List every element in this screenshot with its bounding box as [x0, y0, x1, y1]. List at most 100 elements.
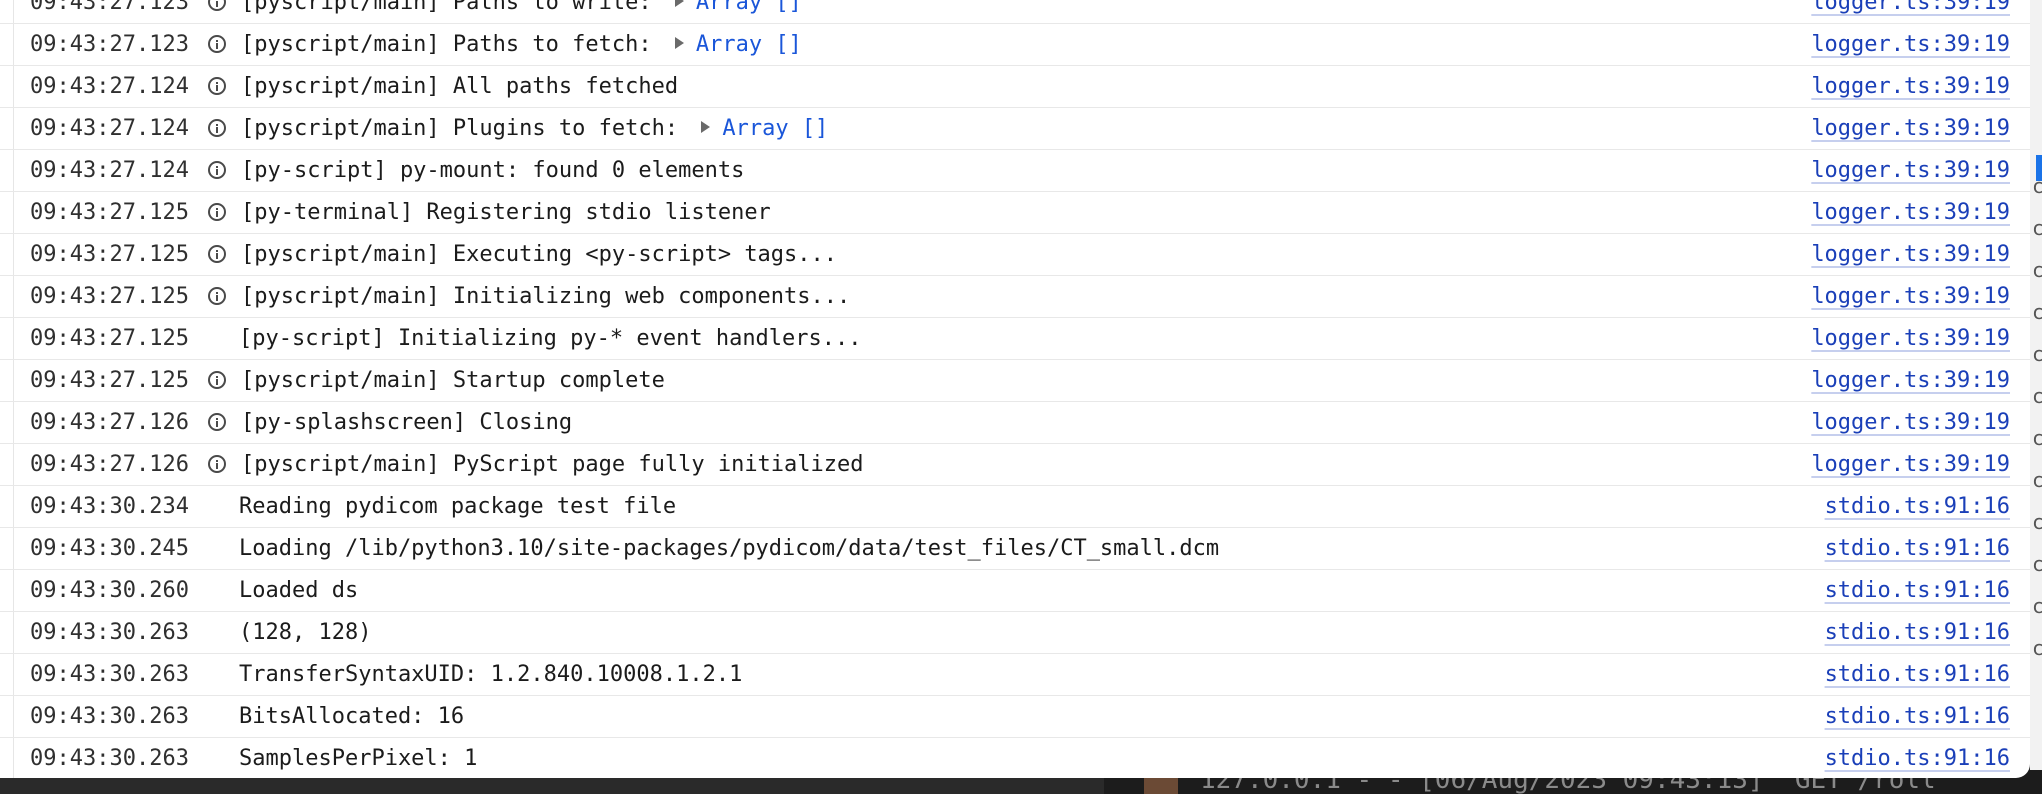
log-message-text: (128, 128)	[239, 620, 372, 645]
expand-triangle-icon[interactable]	[701, 121, 711, 133]
log-message: TransferSyntaxUID: 1.2.840.10008.1.2.1	[239, 654, 742, 696]
console-log-row[interactable]: 09:43:27.126 [py-splashscreen] Closing log…	[0, 402, 2030, 444]
info-icon	[208, 371, 226, 389]
log-timestamp: 09:43:30.263	[30, 620, 189, 645]
console-log-row[interactable]: 09:43:27.125 [py-terminal] Registering st…	[0, 192, 2030, 234]
log-message-text: Loading /lib/python3.10/site-packages/py…	[239, 536, 1220, 561]
log-message: [pyscript/main] Paths to write: Array []	[241, 0, 802, 24]
source-location-link[interactable]: logger.ts:39:19	[1811, 66, 2010, 108]
source-location-link[interactable]: stdio.ts:91:16	[1825, 612, 2010, 654]
source-location-link[interactable]: stdio.ts:91:16	[1825, 570, 2010, 612]
source-location-link[interactable]: stdio.ts:91:16	[1825, 528, 2010, 570]
background-edge-char: c	[2032, 342, 2042, 366]
source-location-link[interactable]: stdio.ts:91:16	[1825, 696, 2010, 738]
log-message-text: TransferSyntaxUID: 1.2.840.10008.1.2.1	[239, 662, 743, 687]
source-location-link[interactable]: stdio.ts:91:16	[1825, 738, 2010, 778]
source-location-link[interactable]: logger.ts:39:19	[1811, 402, 2010, 444]
expand-triangle-icon[interactable]	[674, 0, 684, 7]
log-message: [py-script] py-mount: found 0 elements	[241, 150, 744, 192]
log-message: [py-terminal] Registering stdio listener	[241, 192, 771, 234]
console-log-row[interactable]: 09:43:27.126 [pyscript/main] PyScript pag…	[0, 444, 2030, 486]
console-log-row[interactable]: 09:43:27.124 [py-script] py-mount: found …	[0, 150, 2030, 192]
log-timestamp: 09:43:27.126	[30, 410, 189, 435]
source-location-link[interactable]: logger.ts:39:19	[1811, 444, 2010, 486]
source-location-link[interactable]: logger.ts:39:19	[1811, 318, 2010, 360]
log-message-text: [pyscript/main] Plugins to fetch:	[241, 116, 692, 141]
console-log-row[interactable]: 09:43:30.260 Loaded ds stdio.ts:91:16	[0, 570, 2030, 612]
source-location-link[interactable]: logger.ts:39:19	[1811, 192, 2010, 234]
array-preview-link[interactable]: Array []	[696, 0, 802, 15]
console-log-row[interactable]: 09:43:27.125 [py-script] Initializing py-…	[0, 318, 2030, 360]
log-message: SamplesPerPixel: 1	[239, 738, 477, 778]
array-preview-link[interactable]: Array []	[722, 116, 828, 141]
log-timestamp: 09:43:27.125	[30, 242, 189, 267]
info-icon	[208, 161, 226, 179]
log-message-text: [pyscript/main] PyScript page fully init…	[241, 452, 864, 477]
background-edge-char: c	[2032, 636, 2042, 660]
console-log-row[interactable]: 09:43:27.124 [pyscript/main] Plugins to f…	[0, 108, 2030, 150]
console-log-row[interactable]: 09:43:30.263 (128, 128) stdio.ts:91:16	[0, 612, 2030, 654]
log-message-text: [pyscript/main] Initializing web compone…	[241, 284, 851, 309]
expand-triangle-icon[interactable]	[674, 37, 684, 49]
console-log-row[interactable]: 09:43:27.123 [pyscript/main] Paths to wri…	[0, 0, 2030, 24]
log-message: [pyscript/main] Executing <py-script> ta…	[241, 234, 837, 276]
source-location-link[interactable]: logger.ts:39:19	[1811, 108, 2010, 150]
source-location-link[interactable]: stdio.ts:91:16	[1825, 486, 2010, 528]
log-message: [py-script] Initializing py-* event hand…	[239, 318, 862, 360]
background-edge-char: c	[2032, 258, 2042, 282]
log-timestamp: 09:43:27.124	[30, 158, 189, 183]
log-message: [pyscript/main] Paths to fetch: Array []	[241, 24, 802, 66]
log-message-text: [py-terminal] Registering stdio listener	[241, 200, 771, 225]
log-message-text: Reading pydicom package test file	[239, 494, 677, 519]
info-icon	[208, 119, 226, 137]
info-icon	[208, 35, 226, 53]
console-log-row[interactable]: 09:43:27.125 [pyscript/main] Executing <p…	[0, 234, 2030, 276]
log-timestamp: 09:43:27.124	[30, 116, 189, 141]
console-panel[interactable]: 09:43:27.123 [pyscript/main] Paths to wri…	[0, 0, 2030, 778]
info-icon	[208, 287, 226, 305]
background-edge-char: c	[2032, 384, 2042, 408]
console-log-row[interactable]: 09:43:27.124 [pyscript/main] All paths fe…	[0, 66, 2030, 108]
background-edge-char: c	[2032, 510, 2042, 534]
log-timestamp: 09:43:27.124	[30, 74, 189, 99]
log-message: [py-splashscreen] Closing	[241, 402, 572, 444]
log-timestamp: 09:43:27.126	[30, 452, 189, 477]
log-message-text: [pyscript/main] Paths to fetch:	[241, 32, 665, 57]
info-icon	[208, 245, 226, 263]
log-message-text: [py-splashscreen] Closing	[241, 410, 573, 435]
background-edge-char: c	[2032, 174, 2042, 198]
log-timestamp: 09:43:30.263	[30, 704, 189, 729]
log-timestamp: 09:43:30.245	[30, 536, 189, 561]
console-log-row[interactable]: 09:43:27.123 [pyscript/main] Paths to fet…	[0, 24, 2030, 66]
log-timestamp: 09:43:27.125	[30, 326, 189, 351]
info-icon	[208, 413, 226, 431]
info-icon	[208, 0, 226, 11]
log-message: [pyscript/main] All paths fetched	[241, 66, 678, 108]
log-message-text: SamplesPerPixel: 1	[239, 746, 478, 771]
log-message-text: [pyscript/main] Paths to write:	[241, 0, 665, 15]
source-location-link[interactable]: logger.ts:39:19	[1811, 24, 2010, 66]
console-log-row[interactable]: 09:43:30.245 Loading /lib/python3.10/site…	[0, 528, 2030, 570]
background-edge-char: c	[2032, 300, 2042, 324]
source-location-link[interactable]: logger.ts:39:19	[1811, 360, 2010, 402]
console-log-row[interactable]: 09:43:30.263 TransferSyntaxUID: 1.2.840.1…	[0, 654, 2030, 696]
background-edge-char: c	[2032, 552, 2042, 576]
source-location-link[interactable]: logger.ts:39:19	[1811, 0, 2010, 24]
log-message: Loaded ds	[239, 570, 358, 612]
array-preview-link[interactable]: Array []	[696, 32, 802, 57]
source-location-link[interactable]: stdio.ts:91:16	[1825, 654, 2010, 696]
console-log-row[interactable]: 09:43:30.263 SamplesPerPixel: 1 stdio.ts:9…	[0, 738, 2030, 778]
log-message: [pyscript/main] Startup complete	[241, 360, 665, 402]
console-log-row[interactable]: 09:43:27.125 [pyscript/main] Initializing…	[0, 276, 2030, 318]
source-location-link[interactable]: logger.ts:39:19	[1811, 234, 2010, 276]
background-edge-char: c	[2032, 216, 2042, 240]
log-message-text: [py-script] py-mount: found 0 elements	[241, 158, 745, 183]
log-timestamp: 09:43:27.123	[30, 0, 189, 15]
log-message-text: [pyscript/main] Executing <py-script> ta…	[241, 242, 838, 267]
source-location-link[interactable]: logger.ts:39:19	[1811, 276, 2010, 318]
log-message: [pyscript/main] Plugins to fetch: Array …	[241, 108, 828, 150]
console-log-row[interactable]: 09:43:30.263 BitsAllocated: 16 stdio.ts:91…	[0, 696, 2030, 738]
source-location-link[interactable]: logger.ts:39:19	[1811, 150, 2010, 192]
console-log-row[interactable]: 09:43:27.125 [pyscript/main] Startup comp…	[0, 360, 2030, 402]
console-log-row[interactable]: 09:43:30.234 Reading pydicom package test…	[0, 486, 2030, 528]
